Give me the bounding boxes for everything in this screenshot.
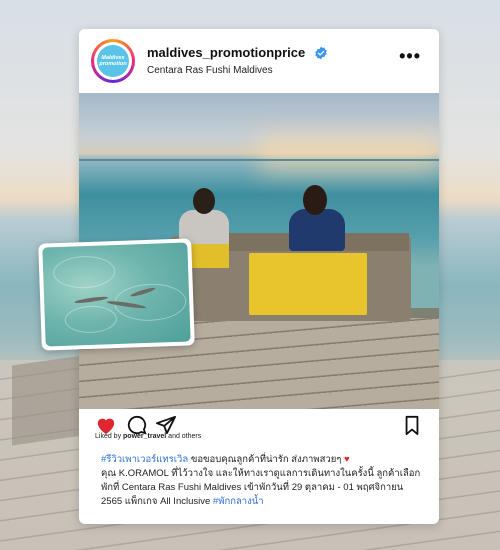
person-woman — [287, 185, 347, 251]
username[interactable]: maldives_promotionprice — [147, 45, 305, 60]
comment-icon[interactable] — [126, 415, 148, 435]
caption-line: คุณ K.ORAMOL ที่ไว้วางใจ และให้ทางเราดูแ… — [101, 468, 421, 479]
heart-emoji-icon: ♥ — [344, 454, 350, 465]
inset-sea-photo — [42, 242, 191, 347]
heart-icon[interactable] — [95, 415, 117, 435]
liked-by: Liked by power_travel and others — [95, 433, 202, 440]
yellow-towel — [249, 253, 367, 315]
person-man — [179, 188, 229, 244]
post-header: Maldives promotion maldives_promotionpri… — [79, 29, 439, 93]
avatar-logo: Maldives promotion — [97, 45, 129, 77]
caption-line: #รีวิวเพาเวอร์แทรเวิล ขอขอบคุณลูกค้าที่น… — [101, 454, 350, 465]
fish — [74, 295, 109, 305]
hashtag-link[interactable]: #รีวิวเพาเวอร์แทรเวิล — [101, 454, 188, 465]
inset-photo — [38, 238, 195, 351]
verified-badge-icon — [315, 46, 327, 60]
caption-line: 2565 แพ็กเกจ All Inclusive #พักกลางน้ำ — [101, 496, 264, 507]
post-location[interactable]: Centara Ras Fushi Maldives — [147, 65, 273, 76]
liked-by-user[interactable]: power_travel — [123, 433, 166, 440]
share-icon[interactable] — [155, 415, 177, 435]
caption-line: พักที่ Centara Ras Fushi Maldives เข้าพั… — [101, 482, 404, 493]
bookmark-icon[interactable] — [401, 415, 423, 435]
caption: #รีวิวเพาเวอร์แทรเวิล ขอขอบคุณลูกค้าที่น… — [101, 453, 421, 509]
avatar[interactable]: Maldives promotion — [91, 39, 135, 83]
hashtag-link[interactable]: #พักกลางน้ำ — [213, 496, 264, 507]
more-options-icon[interactable]: ••• — [399, 47, 421, 65]
